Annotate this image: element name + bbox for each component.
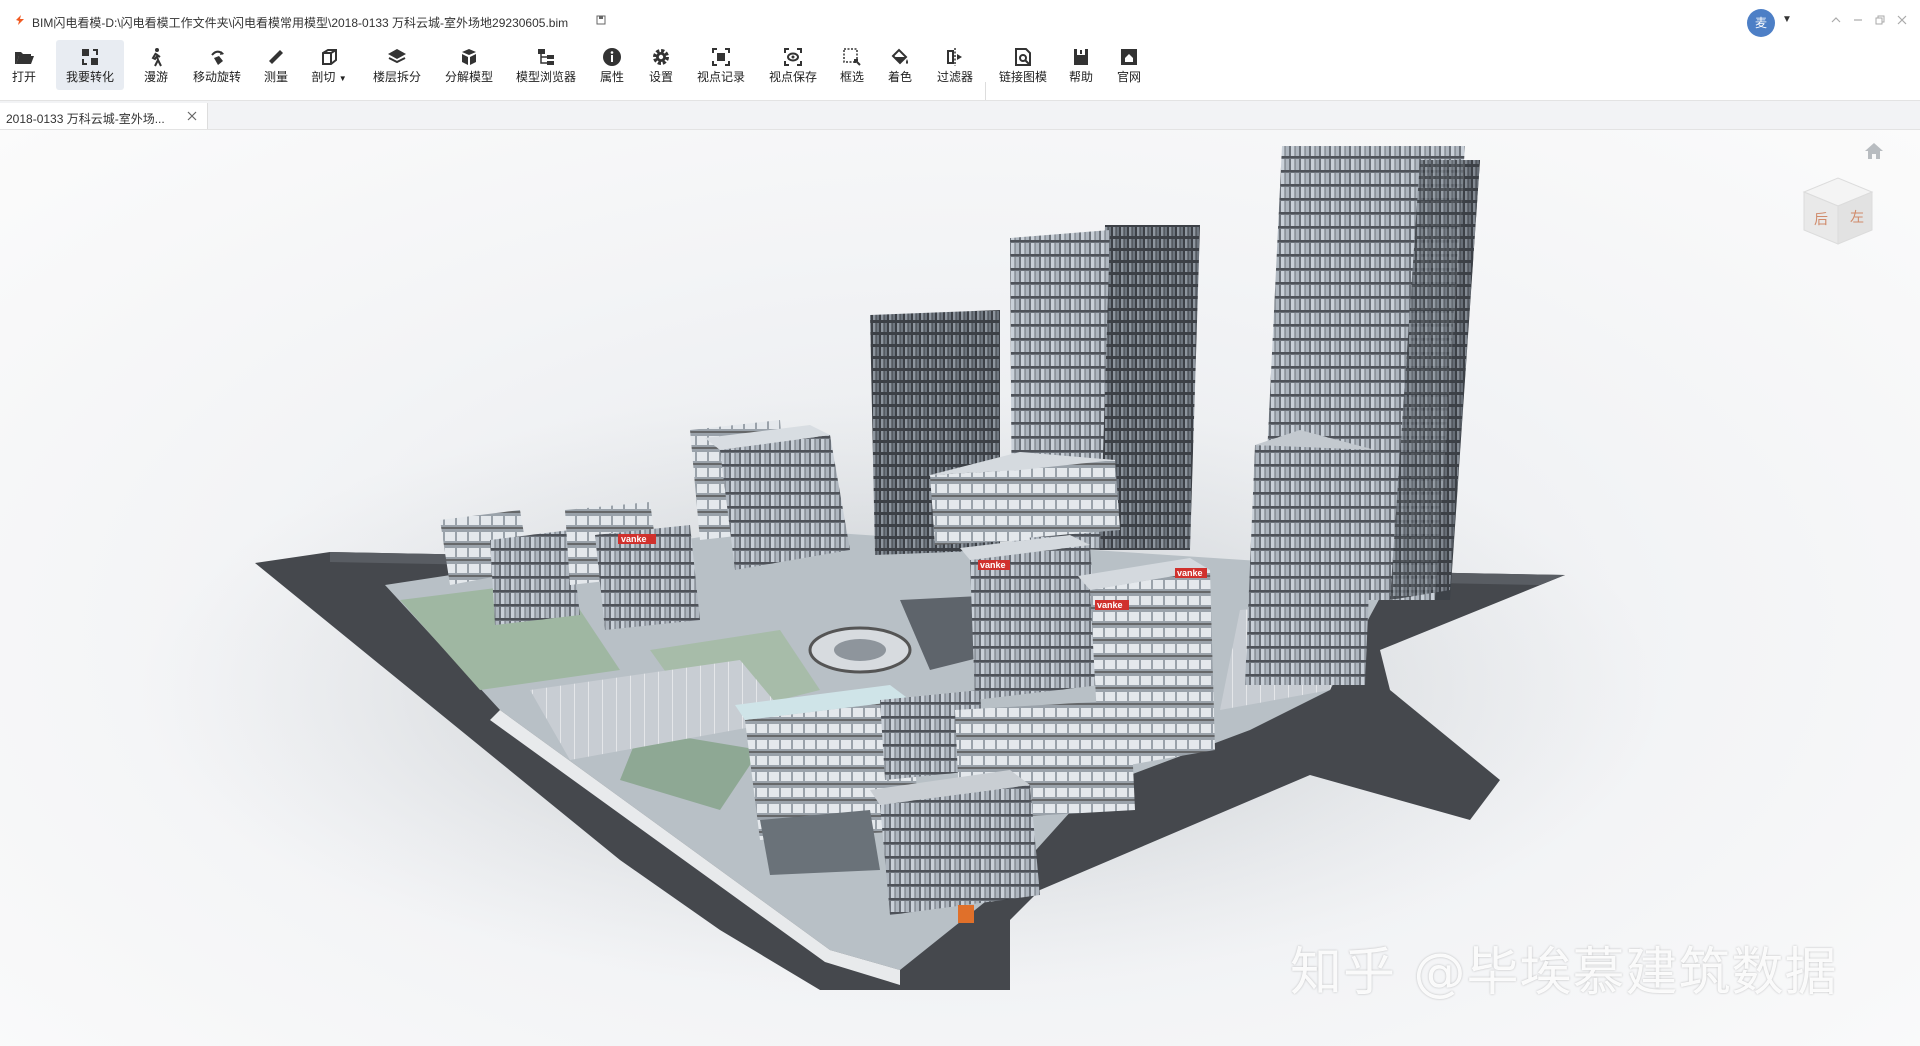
document-tab[interactable]: 2018-0133 万科云城-室外场... [0, 103, 208, 129]
viewcube-face-left[interactable]: 左 [1850, 210, 1864, 226]
toolbar-label: 着色 [887, 70, 912, 84]
restore-icon[interactable] [1872, 12, 1888, 28]
3d-viewport[interactable]: vanke vanke vanke vanke 后 左 知乎 @毕埃慕建筑数据 [0, 130, 1920, 1046]
layers-icon [388, 49, 406, 64]
toolbar-label: 打开 [11, 70, 36, 84]
box-select-icon [843, 48, 861, 66]
toolbar-walk-button[interactable]: 漫游 [138, 40, 174, 90]
watermark: 知乎 @毕埃慕建筑数据 [1290, 943, 1838, 1003]
collapse-ribbon-icon[interactable] [1828, 12, 1844, 28]
user-avatar[interactable]: 麦 [1747, 9, 1775, 37]
toolbar-label: 框选 [839, 70, 864, 84]
orange-storefront [958, 905, 974, 923]
close-tab-icon[interactable] [186, 110, 198, 122]
app-logo-icon [16, 15, 24, 25]
ruler-icon [269, 50, 283, 64]
toolbar-rotate-button[interactable]: 移动旋转 [188, 40, 246, 90]
rotate-icon [211, 50, 224, 65]
svg-text:vanke: vanke [1177, 568, 1203, 578]
main-toolbar: 打开 我要转化 漫游 移动旋转 测量 剖切 ▼ 楼层拆分 分解模型 模型浏览器 … [0, 38, 1920, 124]
save-file-icon[interactable] [595, 14, 607, 26]
toolbar-label: 漫游 [143, 70, 168, 84]
paint-bucket-icon [891, 48, 908, 65]
toolbar-label: 测量 [263, 70, 288, 84]
view-cube[interactable]: 后 左 [1798, 170, 1878, 250]
toolbar-label: 设置 [648, 70, 673, 84]
toolbar-label: 视点记录 [696, 70, 745, 84]
toolbar-website-button[interactable]: 官网 [1111, 40, 1147, 90]
viewcube-face-back[interactable]: 后 [1814, 212, 1828, 228]
chevron-down-icon[interactable]: ▼ [1782, 14, 1792, 25]
walk-icon [151, 48, 162, 67]
window-title: BIM闪电看模-D:\闪电看模工作文件夹\闪电看模常用模型\2018-0133 … [32, 16, 569, 30]
toolbar-section-button[interactable]: 剖切 ▼ [307, 40, 351, 90]
bim-model-render: vanke vanke vanke vanke [140, 146, 1660, 990]
section-box-icon [322, 49, 337, 65]
home-view-icon[interactable] [1864, 142, 1884, 160]
toolbar-label: 属性 [599, 70, 624, 84]
toolbar-link-drawing-button[interactable]: 链接图模 [995, 40, 1051, 90]
website-icon [1121, 49, 1137, 65]
toolbar-model-browser-button[interactable]: 模型浏览器 [512, 40, 580, 90]
document-tab-bar: 2018-0133 万科云城-室外场... [0, 100, 1920, 130]
svg-text:vanke: vanke [980, 560, 1006, 570]
toolbar-label: 官网 [1116, 70, 1141, 84]
toolbar-label: 过滤器 [936, 70, 973, 84]
document-tab-label: 2018-0133 万科云城-室外场... [6, 112, 165, 126]
svg-text:vanke: vanke [621, 534, 647, 544]
toolbar-measure-button[interactable]: 测量 [258, 40, 294, 90]
help-icon [1074, 49, 1088, 65]
svg-text:vanke: vanke [1097, 600, 1123, 610]
toolbar-viewpoint-record-button[interactable]: 视点记录 [692, 40, 750, 90]
toolbar-viewpoint-save-button[interactable]: 视点保存 [764, 40, 822, 90]
toolbar-floor-split-button[interactable]: 楼层拆分 [368, 40, 426, 90]
midrise-right [1245, 430, 1375, 685]
toolbar-label: 帮助 [1068, 70, 1093, 84]
toolbar-help-button[interactable]: 帮助 [1063, 40, 1099, 90]
toolbar-label: 链接图模 [998, 70, 1047, 84]
toolbar-label: 模型浏览器 [515, 70, 576, 84]
gear-icon [653, 49, 669, 65]
toolbar-label: 分解模型 [444, 70, 493, 84]
toolbar-box-select-button[interactable]: 框选 [834, 40, 870, 90]
toolbar-label-text: 剖切 [311, 70, 336, 84]
toolbar-properties-button[interactable]: 属性 [594, 40, 630, 90]
explode-icon [462, 49, 476, 65]
toolbar-convert-button[interactable]: 我要转化 [56, 40, 124, 90]
toolbar-label: 视点保存 [768, 70, 817, 84]
viewpoint-record-icon [712, 48, 730, 66]
toolbar-filter-button[interactable]: 过滤器 [930, 40, 980, 90]
dropdown-caret-icon: ▼ [338, 74, 347, 83]
info-icon [603, 48, 621, 66]
toolbar-explode-button[interactable]: 分解模型 [440, 40, 498, 90]
toolbar-label: 我要转化 [65, 70, 114, 84]
roundabout-center [834, 639, 886, 661]
minimize-icon[interactable] [1850, 12, 1866, 28]
title-bar: BIM闪电看模-D:\闪电看模工作文件夹\闪电看模常用模型\2018-0133 … [0, 0, 1920, 38]
viewpoint-save-icon [784, 48, 802, 66]
link-drawing-icon [1015, 48, 1031, 66]
toolbar-label: 剖切 ▼ [307, 70, 351, 86]
tree-icon [538, 49, 554, 65]
folder-open-icon [15, 52, 34, 64]
convert-icon [82, 49, 98, 65]
toolbar-settings-button[interactable]: 设置 [643, 40, 679, 90]
toolbar-label: 移动旋转 [192, 70, 241, 84]
close-icon[interactable] [1894, 12, 1910, 28]
toolbar-label: 楼层拆分 [372, 70, 421, 84]
toolbar-open-button[interactable]: 打开 [4, 40, 44, 90]
filter-icon [947, 48, 962, 66]
toolbar-paint-button[interactable]: 着色 [882, 40, 918, 90]
